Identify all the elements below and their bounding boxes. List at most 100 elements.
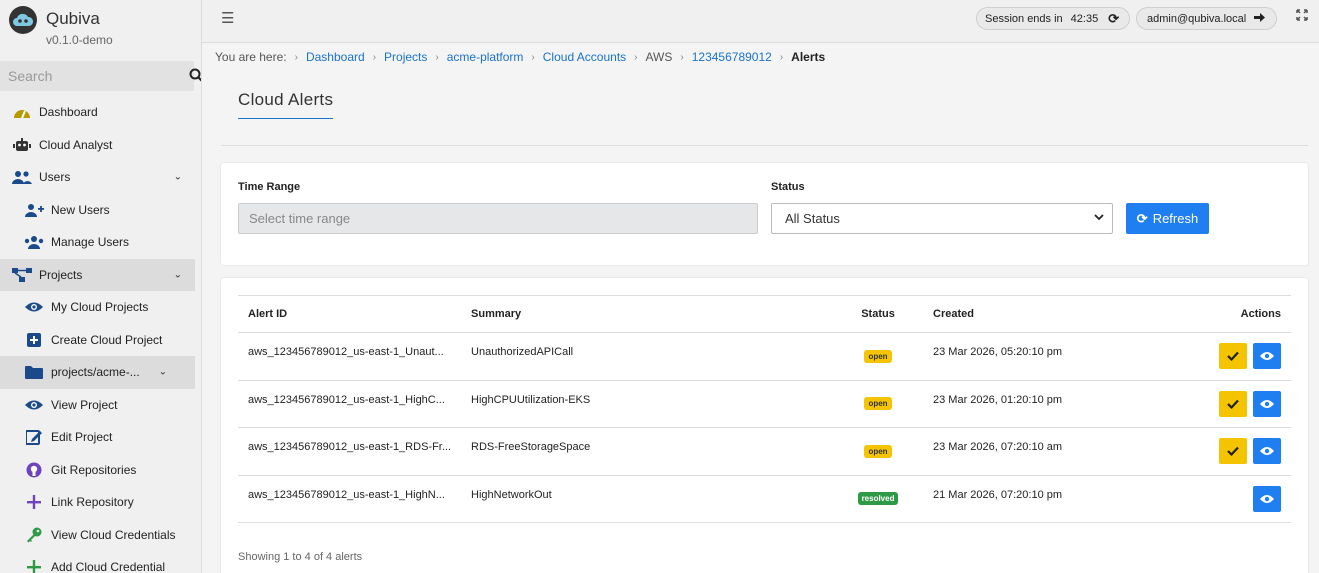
plus-icon <box>24 494 44 510</box>
acknowledge-button[interactable] <box>1218 390 1247 417</box>
alert-summary: HighCPUUtilization-EKS <box>471 393 591 406</box>
sidebar-item-projects[interactable]: Projects ⌄ <box>0 258 195 291</box>
session-time: 42:35 <box>1070 12 1099 25</box>
table-row: aws_123456789012_us-east-1_HighC... High… <box>238 380 1291 428</box>
acknowledge-button[interactable] <box>1218 438 1247 465</box>
column-header-status[interactable]: Status <box>833 295 924 333</box>
sidebar-item-add-cloud-credential[interactable]: Add Cloud Credential <box>0 551 195 573</box>
alert-created: 23 Mar 2026, 07:20:10 am <box>933 441 1063 454</box>
sidebar-item-project-acme[interactable]: projects/acme-... ⌄ <box>0 356 195 389</box>
status-badge: open <box>864 444 892 458</box>
refresh-button-label: Refresh <box>1152 211 1199 226</box>
sidebar-item-new-users[interactable]: New Users <box>0 194 195 227</box>
sidebar-item-git-repositories[interactable]: Git Repositories <box>0 454 195 487</box>
sidebar-item-label: Edit Project <box>51 430 113 445</box>
refresh-session-icon[interactable]: ⟳ <box>1108 11 1119 27</box>
filters-card: Time Range Status All Status ⟳ Refresh <box>221 163 1308 265</box>
cloud-logo-icon <box>9 6 37 34</box>
alert-created: 23 Mar 2026, 05:20:10 pm <box>933 346 1063 359</box>
sidebar-item-manage-users[interactable]: Manage Users <box>0 226 195 259</box>
alert-summary: RDS-FreeStorageSpace <box>471 441 591 454</box>
alert-id: aws_123456789012_us-east-1_HighC... <box>248 393 445 406</box>
page-title: Cloud Alerts <box>238 90 334 119</box>
table-row: aws_123456789012_us-east-1_RDS-Fr... RDS… <box>238 427 1291 476</box>
alerts-table-card: Alert ID Summary Status Created Actions … <box>221 278 1308 573</box>
sidebar-search <box>0 61 201 91</box>
sidebar-item-link-repository[interactable]: Link Repository <box>0 486 195 519</box>
status-select[interactable]: All Status <box>771 203 1113 234</box>
sidebar-item-my-cloud-projects[interactable]: My Cloud Projects <box>0 291 195 324</box>
hamburger-menu-icon[interactable]: ☰ <box>221 9 234 27</box>
brand: Qubiva v0.1.0-demo <box>0 0 201 60</box>
column-header-alert-id[interactable]: Alert ID <box>238 295 462 333</box>
status-label: Status <box>771 181 805 193</box>
sidebar-item-create-cloud-project[interactable]: Create Cloud Project <box>0 324 195 357</box>
sidebar-item-label: Add Cloud Credential <box>51 560 166 573</box>
user-email: admin@qubiva.local <box>1147 12 1247 25</box>
alerts-table: Alert ID Summary Status Created Actions … <box>238 295 1291 523</box>
search-input[interactable] <box>8 68 189 84</box>
sidebar-item-label: Git Repositories <box>51 462 137 477</box>
column-header-created[interactable]: Created <box>923 295 1124 333</box>
sidebar-item-edit-project[interactable]: Edit Project <box>0 421 195 454</box>
column-header-summary[interactable]: Summary <box>461 295 834 333</box>
breadcrumb-provider: AWS <box>645 50 673 64</box>
sidebar-item-dashboard[interactable]: Dashboard <box>0 96 195 129</box>
sidebar-item-label: Dashboard <box>39 105 98 120</box>
user-menu[interactable]: admin@qubiva.local <box>1136 7 1278 30</box>
search-icon[interactable] <box>189 68 201 85</box>
session-label: Session ends in <box>985 12 1063 25</box>
breadcrumb-projects[interactable]: Projects <box>384 50 427 64</box>
sidebar-item-label: Manage Users <box>51 235 130 250</box>
folder-icon <box>24 364 44 380</box>
time-range-label: Time Range <box>238 181 301 193</box>
sign-out-icon[interactable] <box>1254 12 1266 26</box>
breadcrumb-separator-icon: › <box>779 51 784 63</box>
table-row: aws_123456789012_us-east-1_Unaut... Unau… <box>238 332 1291 381</box>
view-alert-button[interactable] <box>1253 438 1281 465</box>
status-select-value: All Status <box>785 211 840 226</box>
table-footer-info: Showing 1 to 4 of 4 alerts <box>238 551 363 563</box>
app-name: Qubiva <box>46 9 100 28</box>
github-icon <box>24 462 44 478</box>
project-diagram-icon <box>12 267 32 283</box>
breadcrumb-project[interactable]: acme-platform <box>447 50 524 64</box>
breadcrumb: You are here: › Dashboard › Projects › a… <box>215 50 825 64</box>
session-timer: Session ends in 42:35 ⟳ <box>976 7 1131 30</box>
user-plus-icon <box>24 202 44 218</box>
alert-created: 23 Mar 2026, 01:20:10 pm <box>933 393 1063 406</box>
status-badge: open <box>864 397 892 411</box>
view-alert-button[interactable] <box>1253 390 1281 417</box>
sidebar-item-label: Create Cloud Project <box>51 332 163 347</box>
view-alert-button[interactable] <box>1253 343 1281 370</box>
breadcrumb-current: Alerts <box>791 50 826 64</box>
sidebar-item-view-cloud-credentials[interactable]: View Cloud Credentials <box>0 519 195 552</box>
breadcrumb-separator-icon: › <box>634 51 638 63</box>
breadcrumb-account[interactable]: 123456789012 <box>692 50 772 64</box>
sidebar: Qubiva v0.1.0-demo Dashboard Cloud Analy… <box>0 0 202 573</box>
acknowledge-button[interactable] <box>1218 343 1247 370</box>
breadcrumb-dashboard[interactable]: Dashboard <box>306 50 365 64</box>
table-row: aws_123456789012_us-east-1_HighN... High… <box>238 475 1291 523</box>
sidebar-item-label: My Cloud Projects <box>51 300 149 315</box>
sidebar-item-label: View Project <box>51 397 118 412</box>
sidebar-item-users[interactable]: Users ⌄ <box>0 161 195 194</box>
fullscreen-icon[interactable] <box>1296 9 1308 24</box>
chevron-down-icon <box>1094 212 1104 225</box>
sidebar-item-cloud-analyst[interactable]: Cloud Analyst <box>0 129 195 162</box>
app-version: v0.1.0-demo <box>46 33 113 47</box>
refresh-button[interactable]: ⟳ Refresh <box>1126 203 1209 234</box>
sidebar-item-view-project[interactable]: View Project <box>0 389 195 422</box>
divider <box>221 145 1308 146</box>
time-range-input[interactable] <box>238 203 758 234</box>
view-alert-button[interactable] <box>1253 485 1281 512</box>
sidebar-item-label: Cloud Analyst <box>39 137 113 152</box>
plus-icon <box>24 559 44 573</box>
sync-icon: ⟳ <box>1136 210 1148 226</box>
sidebar-item-label: View Cloud Credentials <box>51 527 176 542</box>
users-cog-icon <box>24 234 44 250</box>
breadcrumb-cloud-accounts[interactable]: Cloud Accounts <box>543 50 626 64</box>
alert-id: aws_123456789012_us-east-1_Unaut... <box>248 346 444 359</box>
dashboard-gauge-icon <box>12 104 32 120</box>
eye-icon <box>24 299 44 315</box>
